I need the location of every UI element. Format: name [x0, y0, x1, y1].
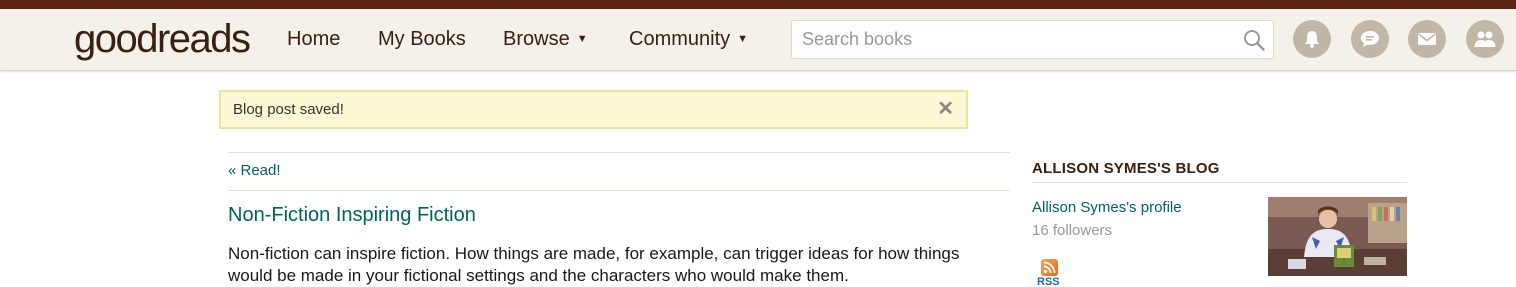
nav-my-books[interactable]: My Books: [378, 26, 466, 52]
nav-home-label: Home: [287, 28, 341, 50]
nav-community[interactable]: Community ▼: [629, 26, 748, 52]
author-photo[interactable]: [1268, 197, 1407, 276]
rss-icon[interactable]: [1041, 259, 1058, 276]
author-profile-link[interactable]: Allison Symes's profile: [1032, 199, 1182, 216]
back-to-blog-link[interactable]: « Read!: [228, 162, 281, 179]
logo-good: good: [74, 17, 158, 61]
notifications-button[interactable]: [1293, 20, 1331, 58]
nav-home[interactable]: Home: [287, 26, 340, 52]
search-box: [791, 20, 1274, 59]
divider: [228, 190, 1010, 191]
site-header: goodreads Home My Books Browse ▼ Communit…: [0, 9, 1516, 71]
top-accent-bar: [0, 0, 1516, 9]
search-icon[interactable]: [1242, 28, 1266, 52]
nav-browse-label: Browse: [503, 28, 570, 50]
nav-browse[interactable]: Browse ▼: [503, 26, 588, 52]
logo-reads: reads: [156, 17, 251, 61]
close-icon[interactable]: ✕: [937, 98, 954, 120]
chevron-down-icon: ▼: [737, 33, 749, 45]
nav-community-label: Community: [629, 28, 731, 50]
divider: [228, 152, 1010, 153]
discussions-button[interactable]: [1351, 20, 1389, 58]
bell-icon: [1305, 31, 1319, 48]
chevron-down-icon: ▼: [576, 33, 588, 45]
friends-icon: [1474, 31, 1496, 47]
rss-link[interactable]: RSS: [1037, 276, 1060, 287]
sidebar-blog-title: ALLISON SYMES'S BLOG: [1032, 160, 1220, 177]
flash-notice: Blog post saved! ✕: [219, 90, 968, 129]
mail-icon: [1418, 33, 1436, 45]
flash-message: Blog post saved!: [233, 101, 344, 118]
chat-icon: [1361, 31, 1379, 47]
search-input[interactable]: [802, 21, 1232, 58]
post-title[interactable]: Non-Fiction Inspiring Fiction: [228, 204, 476, 227]
friends-button[interactable]: [1466, 20, 1504, 58]
messages-button[interactable]: [1408, 20, 1446, 58]
post-body: Non-fiction can inspire fiction. How thi…: [228, 244, 960, 285]
nav-my-books-label: My Books: [378, 28, 466, 50]
followers-count: 16 followers: [1032, 222, 1113, 239]
divider: [1032, 182, 1407, 183]
goodreads-logo[interactable]: goodreads: [74, 17, 251, 61]
